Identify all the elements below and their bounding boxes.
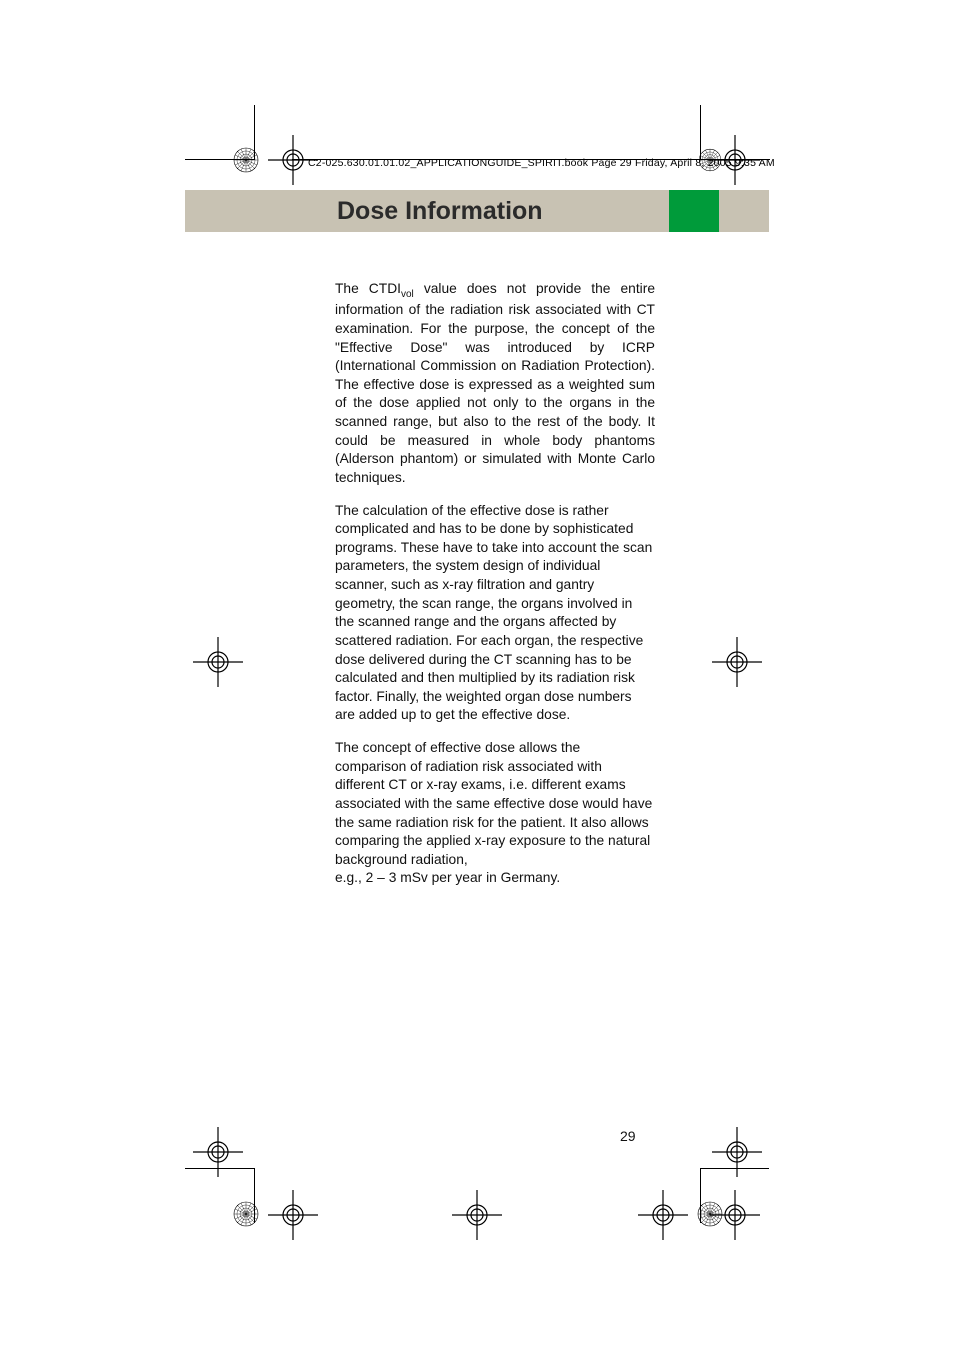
- registration-mark-icon: [183, 627, 253, 697]
- text-span: The concept of effective dose allows the…: [335, 740, 652, 867]
- registration-mark-icon: [258, 125, 328, 195]
- registration-mark-icon: [702, 1117, 772, 1187]
- page-number: 29: [620, 1128, 636, 1144]
- crop-line: [700, 1168, 769, 1169]
- registration-mark-icon: [183, 1117, 253, 1187]
- subscript: vol: [401, 289, 414, 300]
- paragraph: The CTDIvol value does not provide the e…: [335, 280, 655, 488]
- text-span: The CTDI: [335, 281, 401, 296]
- section-title: Dose Information: [337, 197, 543, 226]
- text-span: e.g., 2 – 3 mSv per year in Germany.: [335, 870, 560, 885]
- text-span: value does not provide the entire inform…: [335, 281, 655, 485]
- header-bg-right: [719, 190, 769, 232]
- rosette-icon: [232, 1200, 260, 1228]
- header-bg-mid: Dose Information: [335, 190, 669, 232]
- crop-line: [185, 1168, 255, 1169]
- registration-mark-icon: [442, 1180, 512, 1250]
- registration-mark-icon: [258, 1180, 328, 1250]
- header-bg-left: [185, 190, 335, 232]
- rosette-icon: [697, 147, 722, 172]
- registration-mark-icon: [628, 1180, 698, 1250]
- paragraph: The concept of effective dose allows the…: [335, 739, 655, 888]
- rosette-icon: [232, 146, 260, 174]
- body-text: The CTDIvol value does not provide the e…: [335, 280, 655, 902]
- registration-mark-icon: [702, 627, 772, 697]
- section-header: Dose Information: [185, 190, 769, 232]
- header-accent-green: [669, 190, 719, 232]
- rosette-icon: [696, 1200, 724, 1228]
- paragraph: The calculation of the effective dose is…: [335, 502, 655, 726]
